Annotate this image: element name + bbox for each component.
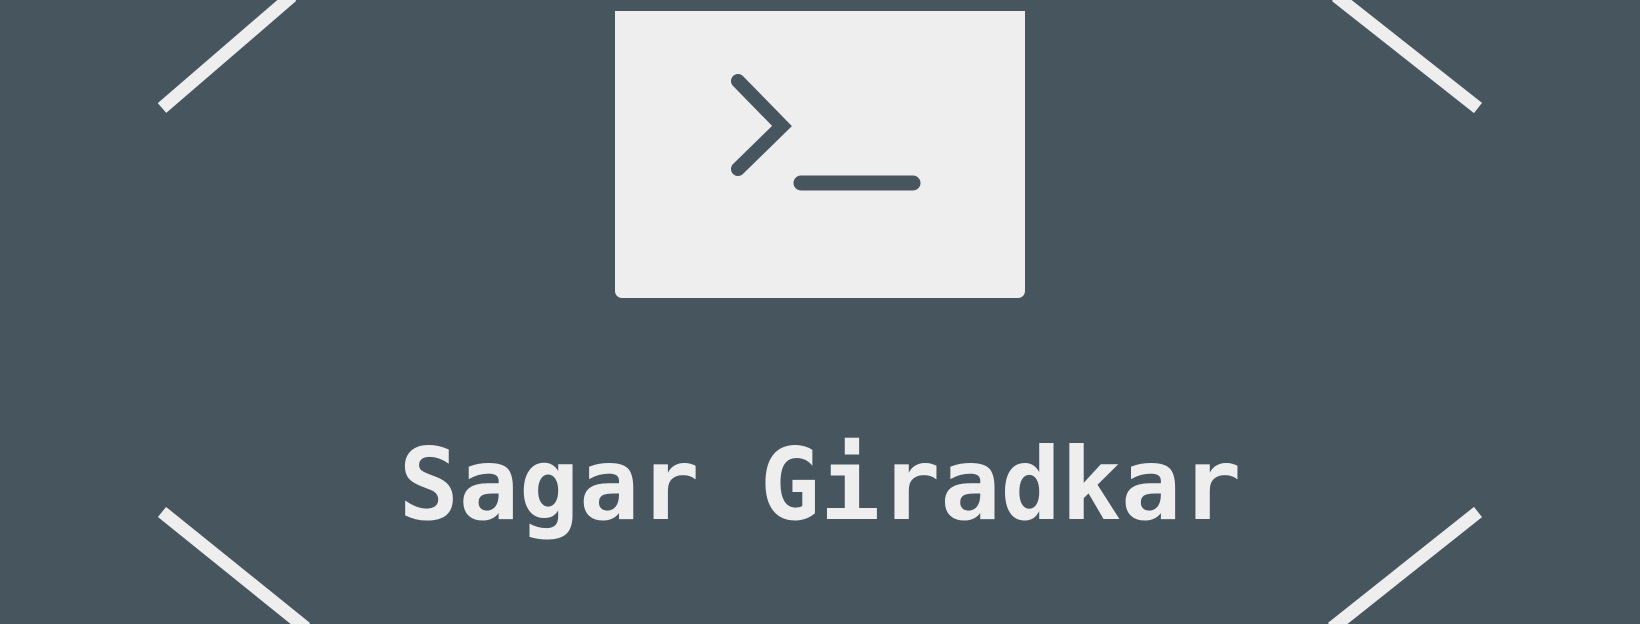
banner: Sagar Giradkar — [0, 0, 1640, 624]
name-title: Sagar Giradkar — [398, 426, 1242, 543]
chevron-right-icon — [731, 74, 792, 176]
corner-line-top-right — [1331, 0, 1483, 114]
terminal-prompt-icon — [731, 74, 921, 191]
terminal-logo-card — [615, 11, 1025, 298]
corner-line-top-left — [157, 0, 297, 113]
